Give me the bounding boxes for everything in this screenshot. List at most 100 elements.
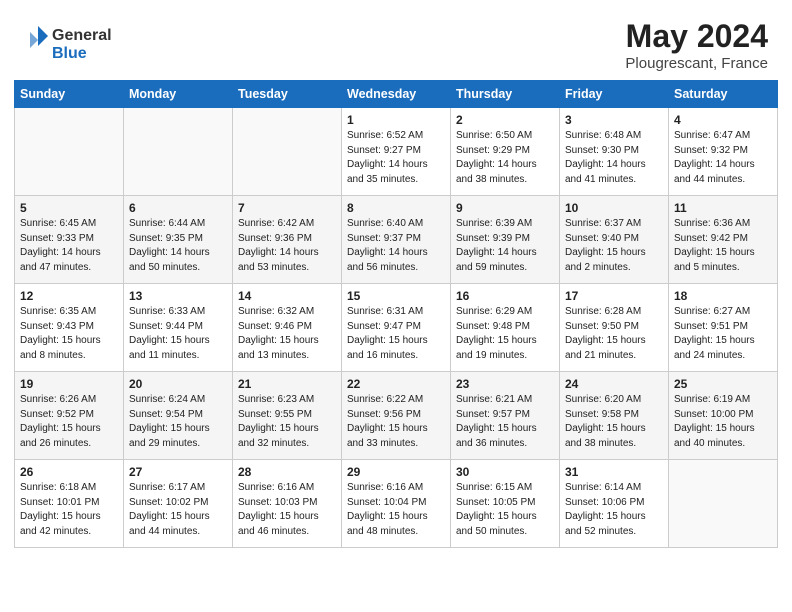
day-info: Sunrise: 6:20 AMSunset: 9:58 PMDaylight:… (565, 393, 663, 451)
calendar-cell-w4-d7: 25 Sunrise: 6:19 AMSunset: 10:00 PMDaylig… (669, 372, 778, 460)
day-number: 7 (238, 201, 336, 215)
title-block: May 2024 Plougrescant, France (625, 18, 768, 72)
day-number: 14 (238, 289, 336, 303)
calendar-cell-w2-d3: 7 Sunrise: 6:42 AMSunset: 9:36 PMDaylight… (233, 196, 342, 284)
day-number: 31 (565, 465, 663, 479)
logo-svg: General Blue (24, 18, 134, 66)
calendar-cell-w2-d5: 9 Sunrise: 6:39 AMSunset: 9:39 PMDaylight… (451, 196, 560, 284)
calendar-cell-w4-d4: 22Sunrise: 6:22 AMSunset: 9:56 PMDayligh… (342, 372, 451, 460)
day-info: Sunrise: 6:35 AMSunset: 9:43 PMDaylight:… (20, 305, 118, 363)
day-info: Sunrise: 6:36 AMSunset: 9:42 PMDaylight:… (674, 217, 772, 275)
svg-text:General: General (52, 27, 112, 44)
header-sunday: Sunday (15, 81, 124, 108)
calendar-cell-w5-d5: 30 Sunrise: 6:15 AMSunset: 10:05 PMDaylig… (451, 460, 560, 548)
day-number: 25 (674, 377, 772, 391)
calendar-cell-w1-d4: 1 Sunrise: 6:52 AMSunset: 9:27 PMDaylight… (342, 108, 451, 196)
day-number: 5 (20, 201, 118, 215)
day-info: Sunrise: 6:14 AMSunset: 10:06 PMDaylight… (565, 481, 663, 539)
day-number: 15 (347, 289, 445, 303)
day-number: 30 (456, 465, 554, 479)
logo: General Blue (24, 18, 134, 71)
calendar-container: Sunday Monday Tuesday Wednesday Thursday… (0, 80, 792, 562)
day-info: Sunrise: 6:17 AMSunset: 10:02 PMDaylight… (129, 481, 227, 539)
calendar-cell-w3-d1: 12 Sunrise: 6:35 AMSunset: 9:43 PMDayligh… (15, 284, 124, 372)
week-row-1: 1 Sunrise: 6:52 AMSunset: 9:27 PMDaylight… (15, 108, 778, 196)
header-thursday: Thursday (451, 81, 560, 108)
week-row-4: 19Sunrise: 6:26 AMSunset: 9:52 PMDayligh… (15, 372, 778, 460)
day-info: Sunrise: 6:29 AMSunset: 9:48 PMDaylight:… (456, 305, 554, 363)
calendar-cell-w3-d7: 18 Sunrise: 6:27 AMSunset: 9:51 PMDayligh… (669, 284, 778, 372)
calendar-cell-w1-d7: 4Sunrise: 6:47 AMSunset: 9:32 PMDaylight… (669, 108, 778, 196)
calendar-cell-w3-d5: 16 Sunrise: 6:29 AMSunset: 9:48 PMDayligh… (451, 284, 560, 372)
day-number: 16 (456, 289, 554, 303)
calendar-cell-w4-d2: 20 Sunrise: 6:24 AMSunset: 9:54 PMDayligh… (124, 372, 233, 460)
calendar-cell-w3-d4: 15 Sunrise: 6:31 AMSunset: 9:47 PMDayligh… (342, 284, 451, 372)
location-subtitle: Plougrescant, France (625, 55, 768, 72)
calendar-cell-w2-d7: 11 Sunrise: 6:36 AMSunset: 9:42 PMDayligh… (669, 196, 778, 284)
day-info: Sunrise: 6:45 AMSunset: 9:33 PMDaylight:… (20, 217, 118, 275)
day-info: Sunrise: 6:31 AMSunset: 9:47 PMDaylight:… (347, 305, 445, 363)
header-saturday: Saturday (669, 81, 778, 108)
day-info: Sunrise: 6:48 AMSunset: 9:30 PMDaylight:… (565, 129, 663, 187)
day-info: Sunrise: 6:33 AMSunset: 9:44 PMDaylight:… (129, 305, 227, 363)
day-info: Sunrise: 6:40 AMSunset: 9:37 PMDaylight:… (347, 217, 445, 275)
calendar-cell-w5-d1: 26 Sunrise: 6:18 AMSunset: 10:01 PMDaylig… (15, 460, 124, 548)
calendar-cell-w5-d4: 29Sunrise: 6:16 AMSunset: 10:04 PMDaylig… (342, 460, 451, 548)
day-number: 4 (674, 113, 772, 127)
calendar-cell-w2-d2: 6 Sunrise: 6:44 AMSunset: 9:35 PMDaylight… (124, 196, 233, 284)
day-number: 8 (347, 201, 445, 215)
day-info: Sunrise: 6:42 AMSunset: 9:36 PMDaylight:… (238, 217, 336, 275)
day-number: 18 (674, 289, 772, 303)
day-info: Sunrise: 6:37 AMSunset: 9:40 PMDaylight:… (565, 217, 663, 275)
calendar-cell-w4-d1: 19Sunrise: 6:26 AMSunset: 9:52 PMDayligh… (15, 372, 124, 460)
day-info: Sunrise: 6:16 AMSunset: 10:03 PMDaylight… (238, 481, 336, 539)
day-info: Sunrise: 6:50 AMSunset: 9:29 PMDaylight:… (456, 129, 554, 187)
day-number: 20 (129, 377, 227, 391)
month-year-title: May 2024 (625, 18, 768, 55)
day-number: 19 (20, 377, 118, 391)
day-number: 27 (129, 465, 227, 479)
day-info: Sunrise: 6:44 AMSunset: 9:35 PMDaylight:… (129, 217, 227, 275)
calendar-cell-w4-d3: 21Sunrise: 6:23 AMSunset: 9:55 PMDayligh… (233, 372, 342, 460)
day-info: Sunrise: 6:39 AMSunset: 9:39 PMDaylight:… (456, 217, 554, 275)
day-number: 22 (347, 377, 445, 391)
day-number: 1 (347, 113, 445, 127)
day-info: Sunrise: 6:52 AMSunset: 9:27 PMDaylight:… (347, 129, 445, 187)
day-number: 9 (456, 201, 554, 215)
day-number: 29 (347, 465, 445, 479)
calendar-cell-w4-d6: 24 Sunrise: 6:20 AMSunset: 9:58 PMDayligh… (560, 372, 669, 460)
day-number: 11 (674, 201, 772, 215)
page-header: General Blue May 2024 Plougrescant, Fran… (0, 0, 792, 80)
day-info: Sunrise: 6:18 AMSunset: 10:01 PMDaylight… (20, 481, 118, 539)
day-number: 12 (20, 289, 118, 303)
day-number: 13 (129, 289, 227, 303)
day-number: 24 (565, 377, 663, 391)
week-row-5: 26 Sunrise: 6:18 AMSunset: 10:01 PMDaylig… (15, 460, 778, 548)
day-info: Sunrise: 6:15 AMSunset: 10:05 PMDaylight… (456, 481, 554, 539)
day-number: 6 (129, 201, 227, 215)
day-info: Sunrise: 6:27 AMSunset: 9:51 PMDaylight:… (674, 305, 772, 363)
calendar-table: Sunday Monday Tuesday Wednesday Thursday… (14, 80, 778, 548)
calendar-cell-w5-d3: 28 Sunrise: 6:16 AMSunset: 10:03 PMDaylig… (233, 460, 342, 548)
header-monday: Monday (124, 81, 233, 108)
day-number: 28 (238, 465, 336, 479)
day-info: Sunrise: 6:24 AMSunset: 9:54 PMDaylight:… (129, 393, 227, 451)
calendar-cell-w1-d6: 3 Sunrise: 6:48 AMSunset: 9:30 PMDaylight… (560, 108, 669, 196)
calendar-cell-w1-d5: 2Sunrise: 6:50 AMSunset: 9:29 PMDaylight… (451, 108, 560, 196)
day-number: 23 (456, 377, 554, 391)
calendar-cell-w2-d4: 8 Sunrise: 6:40 AMSunset: 9:37 PMDaylight… (342, 196, 451, 284)
calendar-cell-w3-d6: 17Sunrise: 6:28 AMSunset: 9:50 PMDayligh… (560, 284, 669, 372)
day-info: Sunrise: 6:23 AMSunset: 9:55 PMDaylight:… (238, 393, 336, 451)
week-row-2: 5 Sunrise: 6:45 AMSunset: 9:33 PMDaylight… (15, 196, 778, 284)
calendar-cell-w3-d2: 13 Sunrise: 6:33 AMSunset: 9:44 PMDayligh… (124, 284, 233, 372)
day-number: 3 (565, 113, 663, 127)
week-row-3: 12 Sunrise: 6:35 AMSunset: 9:43 PMDayligh… (15, 284, 778, 372)
header-wednesday: Wednesday (342, 81, 451, 108)
day-info: Sunrise: 6:28 AMSunset: 9:50 PMDaylight:… (565, 305, 663, 363)
calendar-cell-w2-d1: 5 Sunrise: 6:45 AMSunset: 9:33 PMDaylight… (15, 196, 124, 284)
calendar-cell-w3-d3: 14Sunrise: 6:32 AMSunset: 9:46 PMDayligh… (233, 284, 342, 372)
calendar-cell-w1-d3 (233, 108, 342, 196)
calendar-cell-w5-d6: 31 Sunrise: 6:14 AMSunset: 10:06 PMDaylig… (560, 460, 669, 548)
day-info: Sunrise: 6:19 AMSunset: 10:00 PMDaylight… (674, 393, 772, 451)
day-number: 26 (20, 465, 118, 479)
